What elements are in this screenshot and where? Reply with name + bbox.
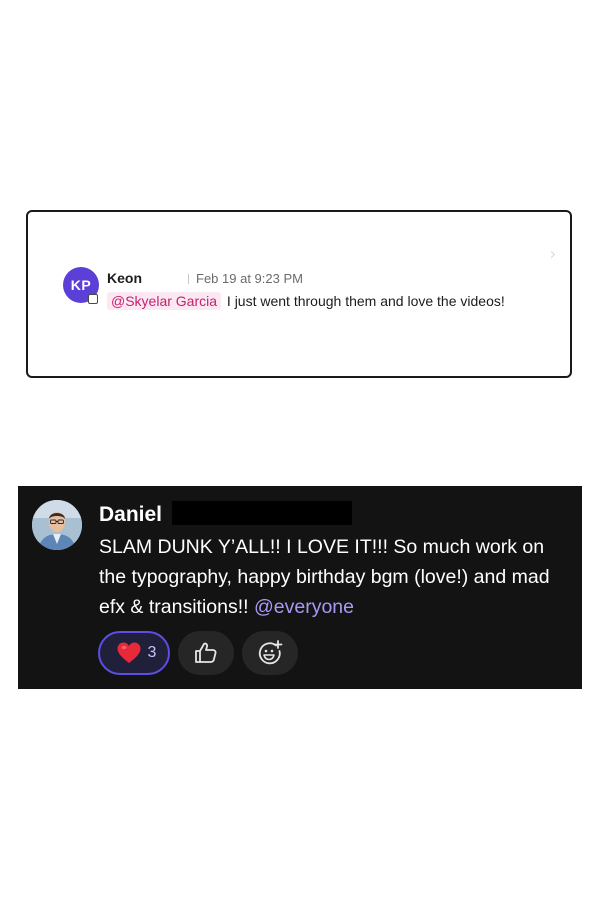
presence-status-icon <box>88 294 98 304</box>
reaction-heart-button[interactable]: 3 <box>98 631 170 675</box>
message-card-keon: KP Keon Feb 19 at 9:23 PM @Skyelar Garci… <box>26 210 572 378</box>
reaction-bar: 3 <box>98 631 298 675</box>
everyone-mention[interactable]: @everyone <box>254 596 354 618</box>
user-mention[interactable]: @Skyelar Garcia <box>107 292 222 310</box>
chevron-icon <box>547 250 556 259</box>
author-name[interactable]: Keon <box>107 270 142 286</box>
message-body: @Skyelar Garcia I just went through them… <box>107 289 547 313</box>
avatar-photo-icon <box>32 500 82 550</box>
reaction-count: 3 <box>147 644 157 661</box>
avatar[interactable] <box>32 500 82 550</box>
message-text: I just went through them and love the vi… <box>223 293 505 309</box>
author-name[interactable]: Daniel <box>99 503 162 527</box>
redacted-block <box>172 501 352 525</box>
divider <box>188 274 189 284</box>
message-card-daniel: Daniel SLAM DUNK Y’ALL!! I LOVE IT!!! So… <box>18 486 582 689</box>
message-body: SLAM DUNK Y’ALL!! I LOVE IT!!! So much w… <box>99 532 574 622</box>
add-emoji-icon <box>258 640 283 665</box>
reaction-thumbs-up-button[interactable] <box>178 631 234 675</box>
thumbs-up-icon <box>195 642 217 663</box>
add-reaction-button[interactable] <box>242 631 298 675</box>
message-timestamp[interactable]: Feb 19 at 9:23 PM <box>196 271 303 286</box>
heart-icon <box>117 642 141 663</box>
avatar-initials: KP <box>70 277 92 293</box>
